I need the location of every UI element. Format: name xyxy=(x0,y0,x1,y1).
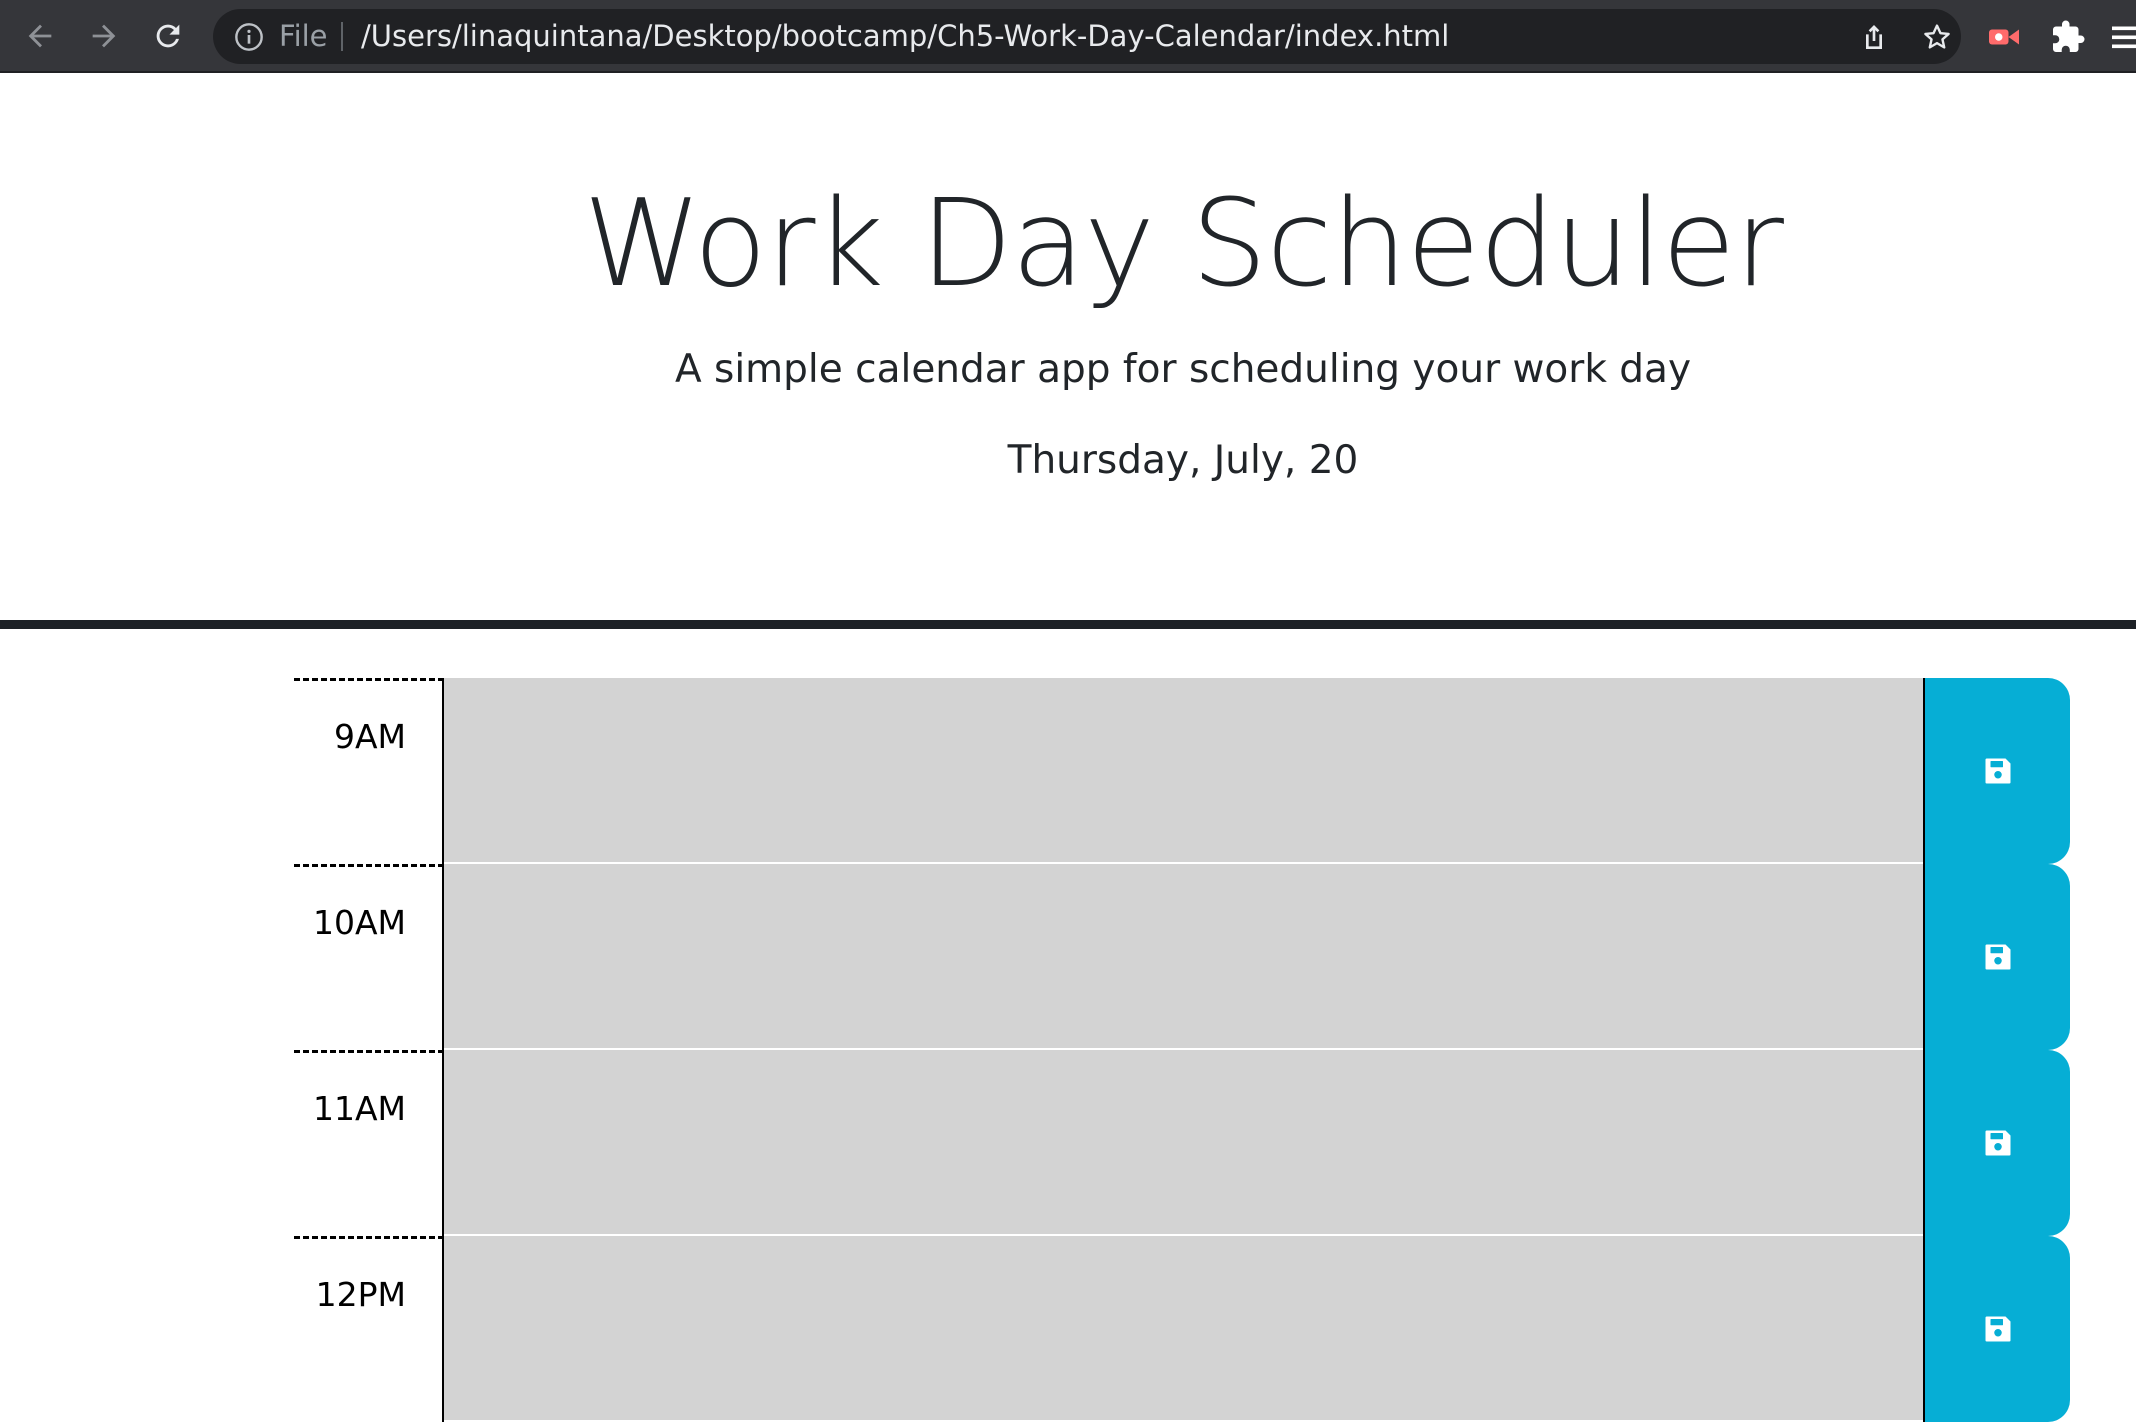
browser-toolbar: File /Users/linaquintana/Desktop/bootcam… xyxy=(0,0,2136,73)
schedule-container: 9AM 10AM 11AM 12PM xyxy=(294,678,2070,1422)
url-scheme: File xyxy=(279,19,328,53)
arrow-right-icon xyxy=(92,24,116,48)
info-icon[interactable] xyxy=(233,21,265,53)
time-block: 12PM xyxy=(294,1236,2070,1422)
description-textarea[interactable] xyxy=(444,678,1923,864)
save-button[interactable] xyxy=(1923,864,2070,1050)
time-block: 9AM xyxy=(294,678,2070,864)
description-textarea[interactable] xyxy=(444,1236,1923,1422)
description-textarea[interactable] xyxy=(444,864,1923,1050)
bookmark-star-icon[interactable] xyxy=(1921,21,1953,53)
arrow-left-icon xyxy=(28,24,52,48)
page-title: Work Day Scheduler xyxy=(583,175,1784,314)
save-button[interactable] xyxy=(1923,678,2070,864)
time-block: 11AM xyxy=(294,1050,2070,1236)
reload-icon xyxy=(156,24,180,48)
hour-label: 9AM xyxy=(294,678,444,864)
floppy-disk-icon xyxy=(1985,944,2010,970)
hour-label: 10AM xyxy=(294,864,444,1050)
menu-icon[interactable] xyxy=(2112,19,2136,55)
floppy-disk-icon xyxy=(1985,1130,2010,1156)
save-button[interactable] xyxy=(1923,1236,2070,1422)
address-bar[interactable]: File /Users/linaquintana/Desktop/bootcam… xyxy=(213,9,1961,64)
reload-button[interactable] xyxy=(146,14,190,58)
hour-label: 12PM xyxy=(294,1236,444,1422)
back-button[interactable] xyxy=(18,14,62,58)
save-button[interactable] xyxy=(1923,1050,2070,1236)
current-day: Thursday, July, 20 xyxy=(1007,438,1359,483)
extensions-puzzle-icon[interactable] xyxy=(2050,19,2086,55)
forward-button[interactable] xyxy=(82,14,126,58)
page-subtitle: A simple calendar app for scheduling you… xyxy=(674,347,1692,392)
description-textarea[interactable] xyxy=(444,1050,1923,1236)
header-divider xyxy=(0,620,2136,629)
share-icon[interactable] xyxy=(1858,21,1890,53)
url-separator xyxy=(341,22,343,51)
floppy-disk-icon xyxy=(1985,758,2010,784)
page-header: Work Day Scheduler A simple calendar app… xyxy=(0,75,2136,620)
time-block: 10AM xyxy=(294,864,2070,1050)
record-extension-icon[interactable] xyxy=(1986,19,2022,55)
hour-label: 11AM xyxy=(294,1050,444,1236)
url-text[interactable]: /Users/linaquintana/Desktop/bootcamp/Ch5… xyxy=(361,9,1449,64)
